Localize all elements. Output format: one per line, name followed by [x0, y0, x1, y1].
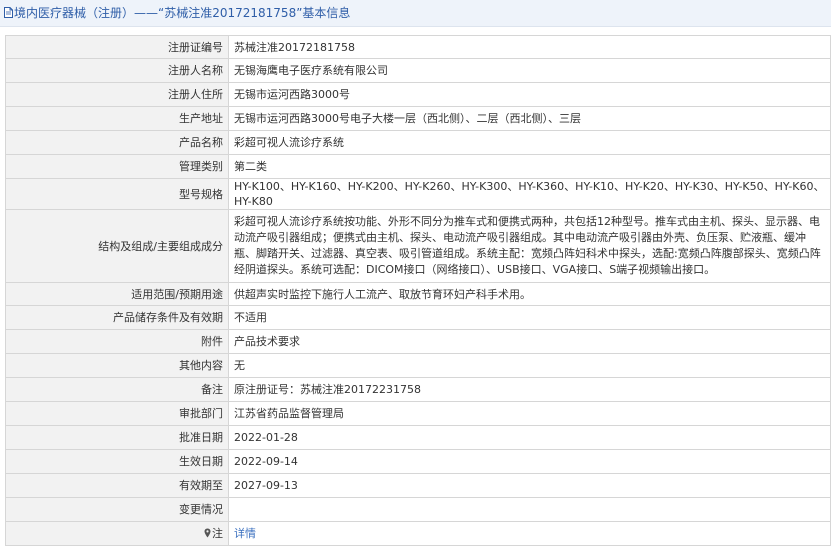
row-label: 注册人名称	[5, 58, 229, 83]
table-row: 其他内容 无	[5, 353, 831, 378]
table-row: 附件 产品技术要求	[5, 329, 831, 354]
row-label: 管理类别	[5, 154, 229, 179]
row-label: 备注	[5, 377, 229, 402]
table-row: 注册人名称 无锡海鹰电子医疗系统有限公司	[5, 58, 831, 83]
row-value: 苏械注准20172181758	[228, 35, 831, 59]
table-row: 备注 原注册证号：苏械注准20172231758	[5, 377, 831, 402]
row-value: 彩超可视人流诊疗系统	[228, 130, 831, 155]
row-label: 注册证编号	[5, 35, 229, 59]
table-row: 有效期至 2027-09-13	[5, 473, 831, 498]
note-label-cell: 注	[5, 521, 229, 546]
document-icon	[4, 7, 13, 18]
table-row: 产品储存条件及有效期 不适用	[5, 305, 831, 330]
row-value: 供超声实时监控下施行人工流产、取放节育环妇产科手术用。	[228, 282, 831, 306]
row-label: 产品名称	[5, 130, 229, 155]
table-row: 变更情况	[5, 497, 831, 522]
row-label: 产品储存条件及有效期	[5, 305, 229, 330]
row-label: 附件	[5, 329, 229, 354]
table-row: 管理类别 第二类	[5, 154, 831, 179]
row-label: 生产地址	[5, 106, 229, 131]
row-label: 审批部门	[5, 401, 229, 426]
row-label: 注册人住所	[5, 82, 229, 107]
table-row: 批准日期 2022-01-28	[5, 425, 831, 450]
table-row: 产品名称 彩超可视人流诊疗系统	[5, 130, 831, 155]
table-row: 注册证编号 苏械注准20172181758	[5, 35, 831, 59]
row-value: 无锡市运河西路3000号电子大楼一层（西北侧）、二层（西北侧）、三层	[228, 106, 831, 131]
location-pin-icon	[204, 528, 211, 538]
row-value: 2022-09-14	[228, 449, 831, 474]
row-value	[228, 497, 831, 522]
info-table: 注册证编号 苏械注准20172181758 注册人名称 无锡海鹰电子医疗系统有限…	[5, 35, 831, 546]
row-value: 彩超可视人流诊疗系统按功能、外形不同分为推车式和便携式两种，共包括12种型号。推…	[228, 209, 831, 283]
note-value-cell: 详情	[228, 521, 831, 546]
row-value: 原注册证号：苏械注准20172231758	[228, 377, 831, 402]
note-label: 注	[212, 527, 223, 540]
row-value: 江苏省药品监督管理局	[228, 401, 831, 426]
row-value: 无	[228, 353, 831, 378]
page-title: 境内医疗器械（注册）——“苏械注准20172181758”基本信息	[14, 6, 351, 20]
row-value: 无锡市运河西路3000号	[228, 82, 831, 107]
row-label: 适用范围/预期用途	[5, 282, 229, 306]
table-row: 适用范围/预期用途 供超声实时监控下施行人工流产、取放节育环妇产科手术用。	[5, 282, 831, 306]
row-label: 有效期至	[5, 473, 229, 498]
title-bar: 境内医疗器械（注册）——“苏械注准20172181758”基本信息	[0, 0, 831, 27]
row-value: 不适用	[228, 305, 831, 330]
table-row: 注 详情	[5, 521, 831, 546]
row-label: 结构及组成/主要组成成分	[5, 209, 229, 283]
details-link[interactable]: 详情	[234, 527, 256, 540]
row-label: 批准日期	[5, 425, 229, 450]
table-row: 生产地址 无锡市运河西路3000号电子大楼一层（西北侧）、二层（西北侧）、三层	[5, 106, 831, 131]
table-row: 生效日期 2022-09-14	[5, 449, 831, 474]
row-value: 第二类	[228, 154, 831, 179]
row-value: 无锡海鹰电子医疗系统有限公司	[228, 58, 831, 83]
row-value: HY-K100、HY-K160、HY-K200、HY-K260、HY-K300、…	[228, 178, 831, 210]
row-label: 其他内容	[5, 353, 229, 378]
row-value: 2022-01-28	[228, 425, 831, 450]
row-label: 生效日期	[5, 449, 229, 474]
row-value: 2027-09-13	[228, 473, 831, 498]
row-value: 产品技术要求	[228, 329, 831, 354]
table-row: 注册人住所 无锡市运河西路3000号	[5, 82, 831, 107]
table-row: 结构及组成/主要组成成分 彩超可视人流诊疗系统按功能、外形不同分为推车式和便携式…	[5, 209, 831, 283]
row-label: 变更情况	[5, 497, 229, 522]
table-row: 审批部门 江苏省药品监督管理局	[5, 401, 831, 426]
row-label: 型号规格	[5, 178, 229, 210]
table-row: 型号规格 HY-K100、HY-K160、HY-K200、HY-K260、HY-…	[5, 178, 831, 210]
